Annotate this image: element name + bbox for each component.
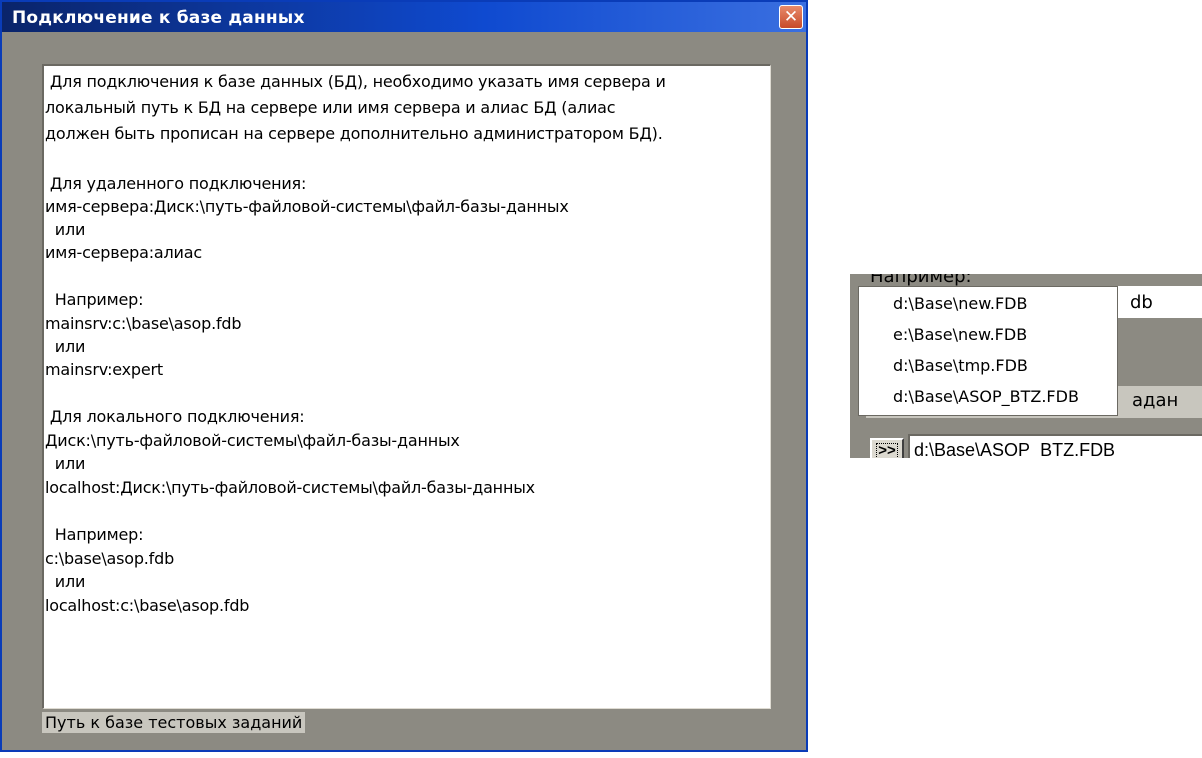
combo-dropdown-preview: Например: db адан d:\Base\new.FDB e:\Bas… xyxy=(850,274,1202,458)
browse-button[interactable]: >> xyxy=(870,438,904,458)
bottom-controls xyxy=(0,0,808,752)
dropdown-item[interactable]: d:\Base\new.FDB xyxy=(893,294,1027,313)
dropdown-item[interactable]: d:\Base\tmp.FDB xyxy=(893,356,1028,375)
path-history-dropdown: d:\Base\new.FDB e:\Base\new.FDB d:\Base\… xyxy=(858,286,1118,416)
path-input[interactable]: d:\Base\ASOP_BTZ.FDB xyxy=(908,434,1202,458)
hidden-label-text: адан xyxy=(1132,390,1179,411)
path-input-value: d:\Base\ASOP_BTZ.FDB xyxy=(914,440,1116,458)
dropdown-item[interactable]: d:\Base\ASOP_BTZ.FDB xyxy=(893,387,1079,406)
dropdown-item[interactable]: e:\Base\new.FDB xyxy=(893,325,1027,344)
hidden-field-text: db xyxy=(1130,292,1153,313)
focus-rect xyxy=(876,443,898,458)
